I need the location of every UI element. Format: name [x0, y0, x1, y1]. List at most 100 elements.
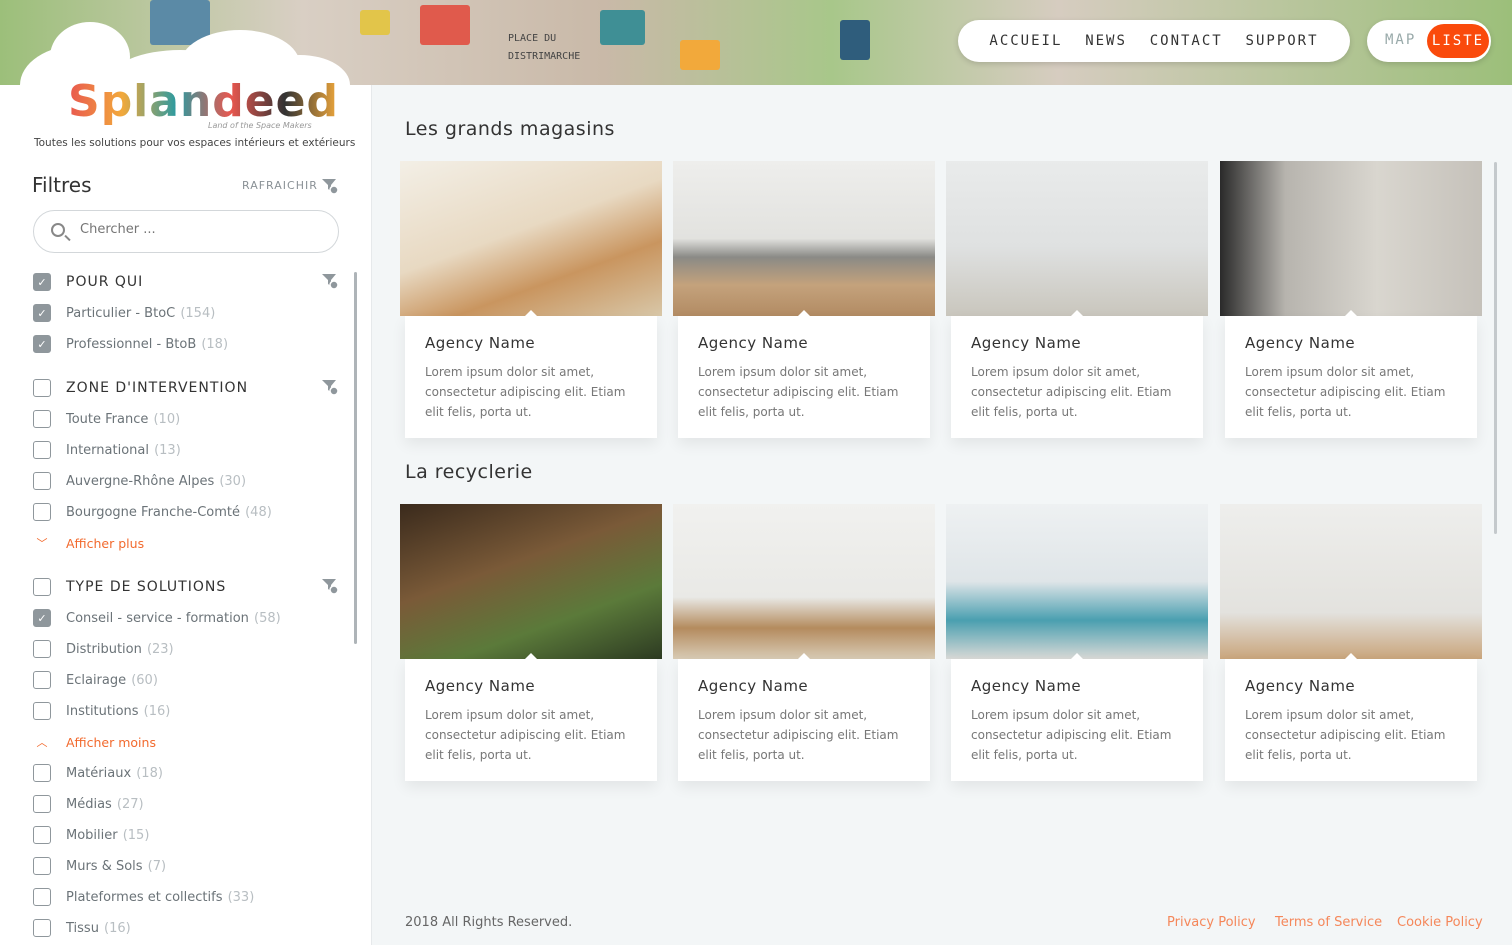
- checkbox[interactable]: ✓: [33, 335, 51, 353]
- filter-option[interactable]: Plateformes et collectifs (33): [33, 887, 254, 907]
- option-count: (15): [122, 827, 150, 843]
- view-map-button[interactable]: MAP: [1385, 32, 1416, 48]
- filter-option[interactable]: Matériaux (18): [33, 763, 163, 783]
- search-field[interactable]: [33, 210, 339, 253]
- filter-option[interactable]: Eclairage (60): [33, 670, 158, 690]
- checkbox[interactable]: [33, 919, 51, 937]
- option-label: Tissu: [66, 920, 99, 936]
- agency-card[interactable]: Agency Name Lorem ipsum dolor sit amet, c…: [1220, 161, 1482, 441]
- checkbox[interactable]: ✓: [33, 609, 51, 627]
- checkbox[interactable]: [33, 857, 51, 875]
- card-body: Agency Name Lorem ipsum dolor sit amet, c…: [678, 653, 930, 781]
- agency-card[interactable]: Agency Name Lorem ipsum dolor sit amet, c…: [1220, 504, 1482, 784]
- option-count: (23): [146, 641, 174, 657]
- checkbox[interactable]: [33, 826, 51, 844]
- show-more-button[interactable]: ﹀ Afficher plus: [33, 533, 145, 553]
- option-count: (10): [153, 411, 181, 427]
- filter-reset-icon[interactable]: [321, 272, 339, 290]
- filter-option[interactable]: ✓ Particulier - BtoC (154): [33, 303, 215, 323]
- checkbox[interactable]: [33, 795, 51, 813]
- checkbox[interactable]: [33, 764, 51, 782]
- filter-option[interactable]: Institutions (16): [33, 701, 170, 721]
- agency-name: Agency Name: [1245, 334, 1356, 352]
- agency-photo: [946, 504, 1208, 659]
- checkbox[interactable]: [33, 888, 51, 906]
- tagline: Toutes les solutions pour vos espaces in…: [34, 137, 356, 149]
- filter-option[interactable]: Tissu (16): [33, 918, 131, 938]
- filter-group-header[interactable]: TYPE DE SOLUTIONS: [33, 577, 226, 597]
- refresh-button[interactable]: RAFRAICHIR: [242, 179, 318, 192]
- nav-news[interactable]: NEWS: [1085, 33, 1127, 49]
- checkbox[interactable]: ✓: [33, 304, 51, 322]
- card-body: Agency Name Lorem ipsum dolor sit amet, c…: [1225, 653, 1477, 781]
- filter-option[interactable]: Distribution (23): [33, 639, 174, 659]
- terms-link[interactable]: Terms of Service: [1275, 915, 1382, 930]
- option-label: Bourgogne Franche-Comté: [66, 504, 241, 520]
- logo[interactable]: Splandeed: [68, 76, 339, 127]
- filter-option[interactable]: ✓ Professionnel - BtoB (18): [33, 334, 228, 354]
- agency-description: Lorem ipsum dolor sit amet, consectetur …: [971, 708, 1172, 762]
- checkbox[interactable]: [33, 503, 51, 521]
- nav-accueil[interactable]: ACCUEIL: [989, 33, 1062, 49]
- view-liste-button[interactable]: LISTE: [1427, 24, 1489, 58]
- agency-card[interactable]: Agency Name Lorem ipsum dolor sit amet, c…: [946, 161, 1208, 441]
- main-nav: ACCUEIL NEWS CONTACT SUPPORT: [958, 20, 1350, 62]
- filter-option[interactable]: Auvergne-Rhône Alpes (30): [33, 471, 246, 491]
- agency-photo: [673, 504, 935, 659]
- checkbox[interactable]: [33, 472, 51, 490]
- checkbox[interactable]: [33, 441, 51, 459]
- filter-option[interactable]: Bourgogne Franche-Comté (48): [33, 502, 272, 522]
- nav-contact[interactable]: CONTACT: [1150, 33, 1223, 49]
- option-label: Plateformes et collectifs: [66, 889, 223, 905]
- option-count: (33): [227, 889, 255, 905]
- checkbox[interactable]: [33, 410, 51, 428]
- sidebar-scrollbar[interactable]: [354, 272, 357, 644]
- filter-option[interactable]: Murs & Sols (7): [33, 856, 166, 876]
- option-count: (60): [131, 672, 158, 688]
- view-toggle: MAP LISTE: [1367, 20, 1491, 62]
- agency-card[interactable]: Agency Name Lorem ipsum dolor sit amet, c…: [673, 504, 935, 784]
- agency-photo: [946, 161, 1208, 316]
- agency-card[interactable]: Agency Name Lorem ipsum dolor sit amet, c…: [400, 161, 662, 441]
- agency-name: Agency Name: [698, 334, 809, 352]
- group-label: TYPE DE SOLUTIONS: [66, 579, 227, 595]
- copyright: 2018 All Rights Reserved.: [405, 915, 573, 930]
- checkbox[interactable]: [33, 671, 51, 689]
- agency-card[interactable]: Agency Name Lorem ipsum dolor sit amet, c…: [400, 504, 662, 784]
- agency-card[interactable]: Agency Name Lorem ipsum dolor sit amet, c…: [673, 161, 935, 441]
- checkbox[interactable]: ✓: [33, 273, 51, 291]
- option-count: (48): [245, 504, 272, 520]
- agency-photo: [673, 161, 935, 316]
- filter-option[interactable]: ✓ Conseil - service - formation (58): [33, 608, 281, 628]
- option-label: Mobilier: [66, 827, 118, 843]
- filter-option[interactable]: International (13): [33, 440, 181, 460]
- filter-option[interactable]: Médias (27): [33, 794, 144, 814]
- nav-support[interactable]: SUPPORT: [1246, 33, 1319, 49]
- filter-reset-icon[interactable]: [321, 577, 339, 595]
- agency-card[interactable]: Agency Name Lorem ipsum dolor sit amet, c…: [946, 504, 1208, 784]
- option-label: Institutions: [66, 703, 139, 719]
- agency-photo: [400, 161, 662, 316]
- checkbox[interactable]: [33, 640, 51, 658]
- map-building: [600, 10, 645, 45]
- checkbox[interactable]: [33, 702, 51, 720]
- main-scrollbar[interactable]: [1494, 162, 1497, 534]
- filter-group-header[interactable]: ZONE D'INTERVENTION: [33, 378, 248, 398]
- show-less-button[interactable]: ︿ Afficher moins: [33, 732, 156, 752]
- filter-option[interactable]: Mobilier (15): [33, 825, 149, 845]
- option-label: Professionnel - BtoB: [66, 336, 197, 352]
- cookie-policy-link[interactable]: Cookie Policy: [1397, 915, 1483, 930]
- filter-reset-icon[interactable]: [321, 177, 339, 195]
- option-label: Distribution: [66, 641, 142, 657]
- checkbox[interactable]: [33, 578, 51, 596]
- search-input[interactable]: [80, 222, 320, 237]
- privacy-policy-link[interactable]: Privacy Policy: [1167, 915, 1256, 930]
- filter-option[interactable]: Toute France (10): [33, 409, 180, 429]
- filter-group-header[interactable]: ✓ POUR QUI: [33, 272, 143, 292]
- option-label: Conseil - service - formation: [66, 610, 249, 626]
- option-count: (58): [254, 610, 281, 626]
- filter-reset-icon[interactable]: [321, 378, 339, 396]
- chevron-down-icon: ﹀: [36, 537, 48, 550]
- checkbox[interactable]: [33, 379, 51, 397]
- map-building: [360, 10, 390, 35]
